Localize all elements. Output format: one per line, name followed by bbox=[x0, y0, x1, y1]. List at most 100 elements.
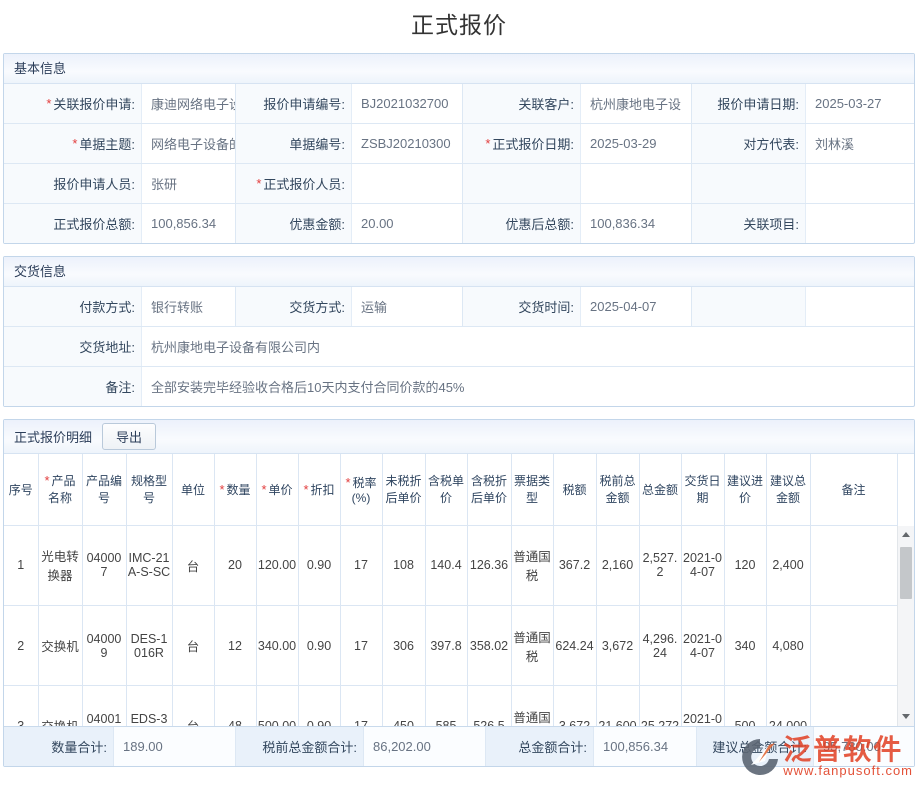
required-marker: * bbox=[72, 136, 77, 151]
required-marker: * bbox=[485, 136, 490, 151]
field-value-quote-request-person: 张研 bbox=[142, 164, 236, 203]
total-suggested-value: 95,780.00 bbox=[814, 727, 914, 766]
field-value-remark: 全部安装完毕经验收合格后10天内支付合同价款的45% bbox=[142, 367, 914, 406]
detail-toolbar: 正式报价明细 导出 bbox=[4, 420, 914, 454]
col-total-amount: 总金额 bbox=[639, 454, 681, 525]
delivery-address-row: 交货地址: 杭州康地电子设备有限公司内 bbox=[4, 326, 914, 366]
field-label-related-quote-request: *关联报价申请: bbox=[4, 84, 142, 123]
field-value-related-quote-request: 康迪网络电子设 bbox=[142, 84, 236, 123]
col-suggested-price: 建议进价 bbox=[724, 454, 766, 525]
quotation-page: 正式报价 基本信息 *关联报价申请: 康迪网络电子设 报价申请编号: BJ202… bbox=[0, 0, 918, 786]
field-value-doc-subject: 网络电子设备的 bbox=[142, 124, 236, 163]
basic-row-2: *单据主题: 网络电子设备的 单据编号: ZSBJ20210300 *正式报价日… bbox=[4, 123, 914, 163]
col-suggested-total: 建议总金额 bbox=[766, 454, 810, 525]
field-value-empty bbox=[806, 287, 914, 326]
field-value-formal-quote-total: 100,856.34 bbox=[142, 204, 236, 243]
field-label-quote-request-date: 报价申请日期: bbox=[692, 84, 806, 123]
detail-table-body: 1 光电转换器 040007 IMC-21A-S-SC 台 20 120.00 … bbox=[4, 526, 914, 726]
required-marker: * bbox=[46, 96, 51, 111]
field-label-formal-quote-total: 正式报价总额: bbox=[4, 204, 142, 243]
scroll-up-icon[interactable] bbox=[898, 527, 914, 543]
required-marker: * bbox=[261, 482, 266, 497]
required-marker: * bbox=[256, 176, 261, 191]
page-title: 正式报价 bbox=[0, 0, 918, 53]
field-value-delivery-time: 2025-04-07 bbox=[581, 287, 692, 326]
field-value-quote-request-date: 2025-03-27 bbox=[806, 84, 914, 123]
required-marker: * bbox=[44, 473, 49, 488]
field-value-formal-quote-date: 2025-03-29 bbox=[581, 124, 692, 163]
vertical-scrollbar[interactable] bbox=[897, 526, 914, 726]
col-seq: 序号 bbox=[4, 454, 38, 525]
field-value-discount-amount: 20.00 bbox=[352, 204, 463, 243]
detail-table-rows: 1 光电转换器 040007 IMC-21A-S-SC 台 20 120.00 … bbox=[4, 526, 898, 726]
field-label-doc-subject: *单据主题: bbox=[4, 124, 142, 163]
basic-row-3: 报价申请人员: 张研 *正式报价人员: bbox=[4, 163, 914, 203]
delivery-remark-row: 备注: 全部安装完毕经验收合格后10天内支付合同价款的45% bbox=[4, 366, 914, 406]
total-quantity-label: 数量合计: bbox=[4, 727, 114, 766]
field-value-delivery-method: 运输 bbox=[352, 287, 463, 326]
field-label-counterpart-rep: 对方代表: bbox=[692, 124, 806, 163]
field-label-doc-no: 单据编号: bbox=[236, 124, 352, 163]
col-price-after-discount-tax: 含税折后单价 bbox=[467, 454, 511, 525]
field-label-discount-amount: 优惠金额: bbox=[236, 204, 352, 243]
field-value-formal-quote-person bbox=[352, 164, 463, 203]
detail-header-row: 序号 *产品名称 产品编号 规格型号 单位 *数量 *单价 *折扣 *税率(%)… bbox=[4, 454, 897, 525]
field-value-doc-no: ZSBJ20210300 bbox=[352, 124, 463, 163]
table-row: 3 交换机 040010 EDS-316 台 48 500.00 0.90 17… bbox=[4, 686, 897, 726]
total-pretax-label: 税前总金额合计: bbox=[236, 727, 364, 766]
basic-info-section-title: 基本信息 bbox=[4, 54, 914, 84]
total-amount-label: 总金额合计: bbox=[486, 727, 594, 766]
col-pretax-total: 税前总金额 bbox=[596, 454, 639, 525]
col-unit: 单位 bbox=[172, 454, 214, 525]
col-remark: 备注 bbox=[810, 454, 897, 525]
delivery-info-section-title: 交货信息 bbox=[4, 257, 914, 287]
field-label-remark: 备注: bbox=[4, 367, 142, 406]
detail-section-title: 正式报价明细 bbox=[14, 427, 92, 446]
field-label-quote-request-no: 报价申请编号: bbox=[236, 84, 352, 123]
col-quantity: *数量 bbox=[214, 454, 256, 525]
field-value-empty bbox=[806, 164, 914, 203]
total-quantity-value: 189.00 bbox=[114, 727, 236, 766]
field-label-formal-quote-date: *正式报价日期: bbox=[463, 124, 581, 163]
col-discount: *折扣 bbox=[298, 454, 340, 525]
scroll-down-icon[interactable] bbox=[898, 709, 914, 725]
field-value-quote-request-no: BJ2021032700 bbox=[352, 84, 463, 123]
col-price-with-tax: 含税单价 bbox=[425, 454, 467, 525]
col-spec-model: 规格型号 bbox=[126, 454, 172, 525]
field-value-empty bbox=[581, 164, 692, 203]
total-amount-value: 100,856.34 bbox=[594, 727, 697, 766]
field-label-total-after-discount: 优惠后总额: bbox=[463, 204, 581, 243]
field-value-related-project bbox=[806, 204, 914, 243]
field-value-delivery-address: 杭州康地电子设备有限公司内 bbox=[142, 327, 914, 366]
section-quotation-detail: 正式报价明细 导出 序号 *产品名称 产品编号 规格型号 单位 *数量 *单价 … bbox=[3, 419, 915, 767]
field-value-related-customer: 杭州康地电子设 bbox=[581, 84, 692, 123]
section-basic-info: 基本信息 *关联报价申请: 康迪网络电子设 报价申请编号: BJ20210327… bbox=[3, 53, 915, 244]
col-product-name: *产品名称 bbox=[38, 454, 82, 525]
total-pretax-value: 86,202.00 bbox=[364, 727, 486, 766]
field-label-quote-request-person: 报价申请人员: bbox=[4, 164, 142, 203]
detail-table-header: 序号 *产品名称 产品编号 规格型号 单位 *数量 *单价 *折扣 *税率(%)… bbox=[4, 454, 898, 526]
col-price-after-discount-notax: 未税折后单价 bbox=[382, 454, 425, 525]
field-label-delivery-address: 交货地址: bbox=[4, 327, 142, 366]
field-label-delivery-time: 交货时间: bbox=[463, 287, 581, 326]
field-label-empty bbox=[463, 164, 581, 203]
field-label-empty bbox=[692, 287, 806, 326]
field-value-total-after-discount: 100,836.34 bbox=[581, 204, 692, 243]
required-marker: * bbox=[219, 482, 224, 497]
scrollbar-thumb[interactable] bbox=[900, 547, 912, 599]
field-value-payment-method: 银行转账 bbox=[142, 287, 236, 326]
required-marker: * bbox=[303, 482, 308, 497]
col-product-no: 产品编号 bbox=[82, 454, 126, 525]
field-label-formal-quote-person: *正式报价人员: bbox=[236, 164, 352, 203]
field-label-related-project: 关联项目: bbox=[692, 204, 806, 243]
export-button[interactable]: 导出 bbox=[102, 423, 156, 450]
field-label-payment-method: 付款方式: bbox=[4, 287, 142, 326]
table-row: 2 交换机 040009 DES-1016R 台 12 340.00 0.90 … bbox=[4, 606, 897, 686]
field-value-counterpart-rep: 刘林溪 bbox=[806, 124, 914, 163]
table-row: 1 光电转换器 040007 IMC-21A-S-SC 台 20 120.00 … bbox=[4, 526, 897, 606]
col-tax-amount: 税额 bbox=[553, 454, 596, 525]
field-label-related-customer: 关联客户: bbox=[463, 84, 581, 123]
required-marker: * bbox=[345, 475, 350, 490]
col-tax-rate: *税率(%) bbox=[340, 454, 382, 525]
section-delivery-info: 交货信息 付款方式: 银行转账 交货方式: 运输 交货时间: 2025-04-0… bbox=[3, 256, 915, 407]
